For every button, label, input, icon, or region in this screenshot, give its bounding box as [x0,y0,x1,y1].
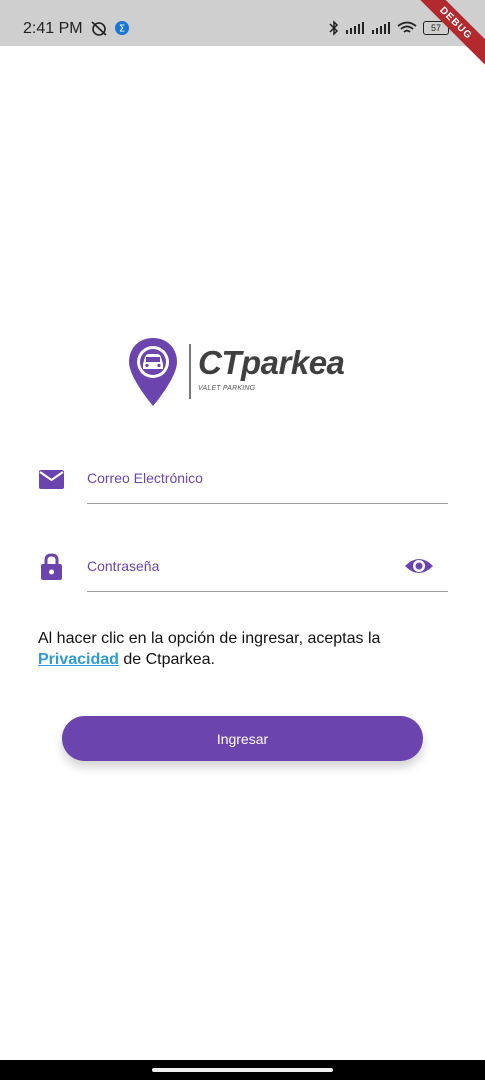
signal-icon [372,22,390,34]
app-logo: CTparkea VALET PARKING [127,336,367,408]
privacy-notice-prefix: Al hacer clic en la opción de ingresar, … [38,630,381,647]
bluetooth-icon [329,20,339,36]
visibility-toggle-icon[interactable] [404,554,434,578]
password-field[interactable]: Contraseña [36,544,448,594]
brand-name: CTparkea [198,344,345,381]
status-time: 2:41 PM [23,20,83,37]
lock-icon [41,553,62,580]
password-field-underline [87,591,448,592]
brand-tagline: VALET PARKING [198,385,256,392]
sync-icon: Σ [115,21,129,35]
email-field-label: Correo Electrónico [87,470,203,486]
status-bar: 2:41 PM Σ 57 DEBUG [0,0,485,69]
signal-icon [346,22,364,34]
login-button[interactable]: Ingresar [62,716,423,761]
email-field[interactable]: Correo Electrónico [36,456,448,506]
logo-divider [189,344,191,399]
navigation-bar [0,1060,485,1080]
email-icon [39,470,64,489]
privacy-notice: Al hacer clic en la opción de ingresar, … [38,628,458,670]
svg-text:Σ: Σ [119,24,125,35]
home-indicator[interactable] [152,1068,333,1072]
privacy-notice-suffix: de Ctparkea. [118,651,215,668]
password-field-label: Contraseña [87,558,160,574]
location-pin-car-icon [129,338,177,406]
privacy-link[interactable]: Privacidad [38,651,119,668]
login-button-label: Ingresar [216,730,269,747]
email-field-underline [87,503,448,504]
muted-alarm-icon [91,21,107,36]
wifi-icon [397,21,417,33]
battery-level: 57 [430,22,441,33]
